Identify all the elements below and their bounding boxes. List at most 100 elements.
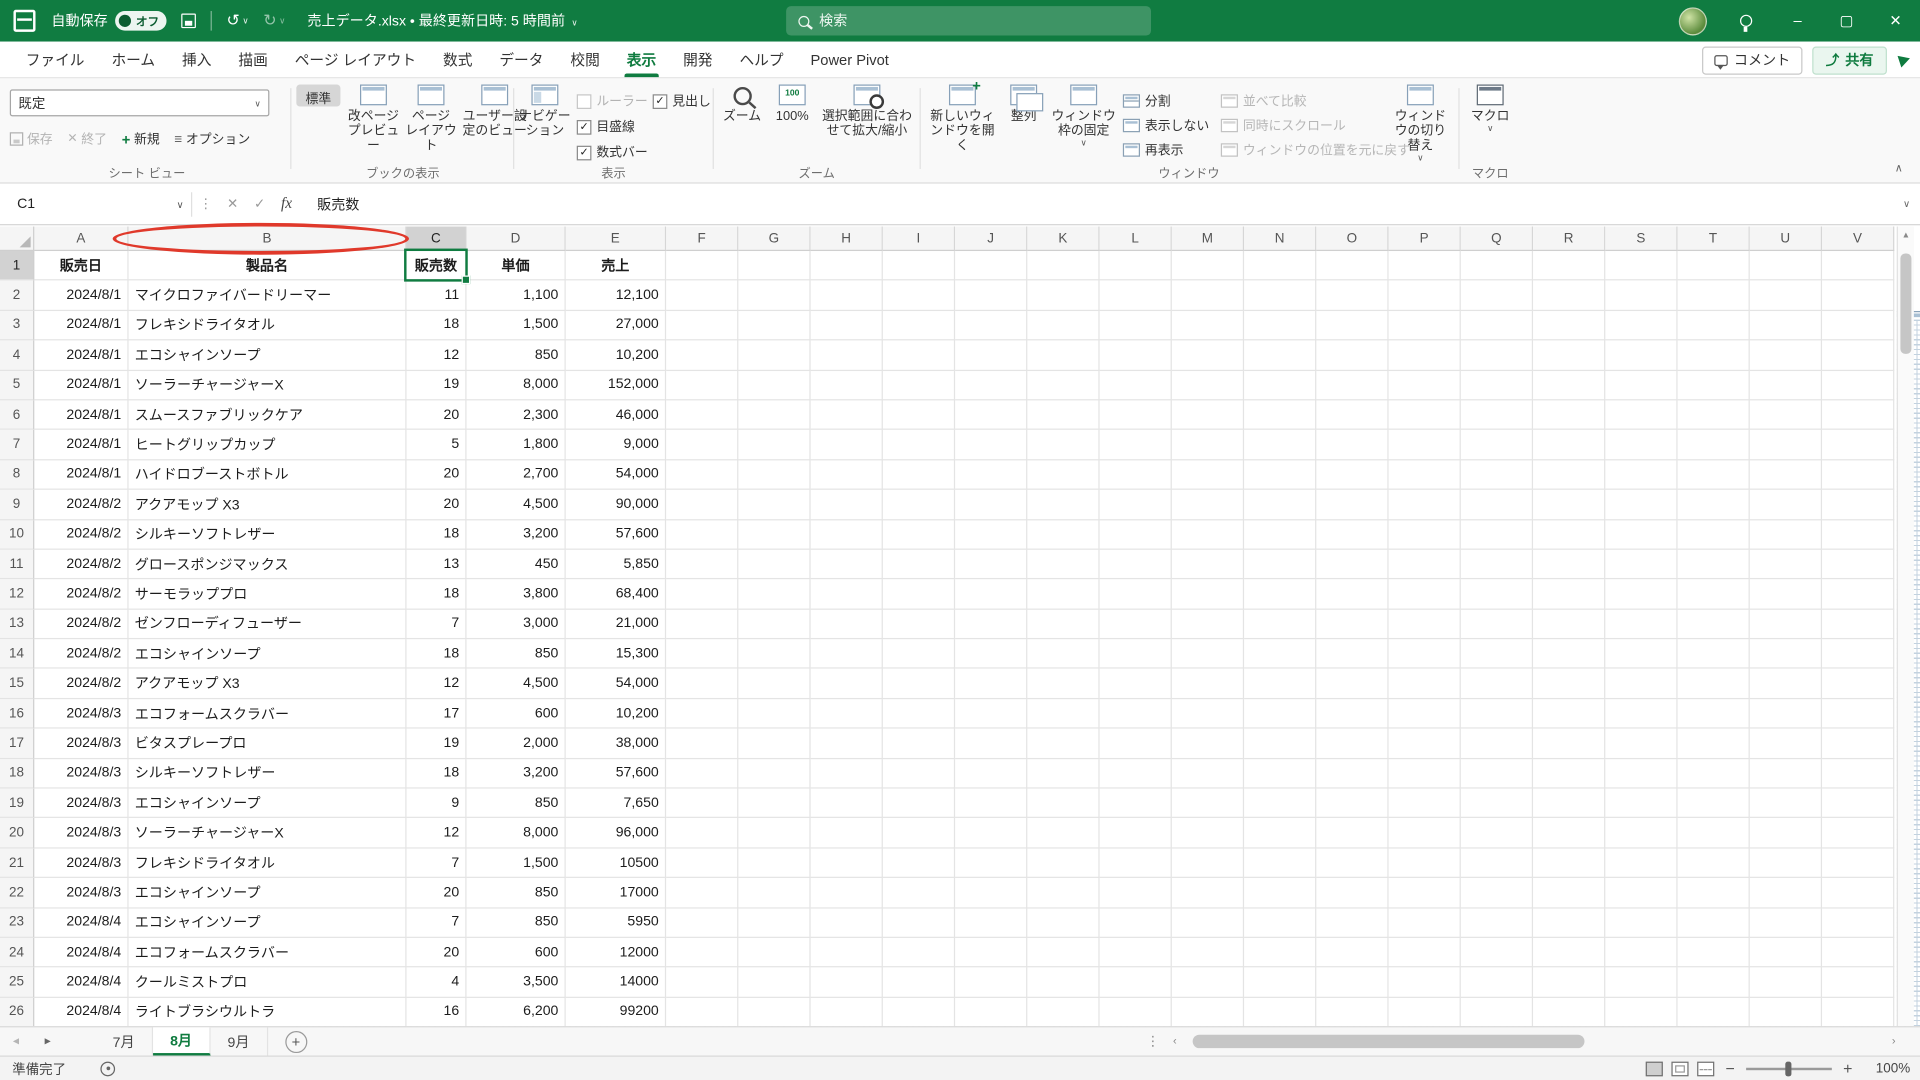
cell-A7[interactable]: 2024/8/1 xyxy=(34,430,129,461)
cell-L22[interactable] xyxy=(1099,878,1172,909)
cell-T24[interactable] xyxy=(1677,937,1750,968)
cell-B20[interactable]: ソーラーチャージャーX xyxy=(128,818,407,849)
scroll-up-arrow-icon[interactable]: ▲ xyxy=(1898,227,1914,240)
cell-B25[interactable]: クールミストプロ xyxy=(128,967,407,998)
navigation-button[interactable]: ナビゲーション xyxy=(518,84,572,138)
cell-F20[interactable] xyxy=(666,818,739,849)
cell-O19[interactable] xyxy=(1316,788,1389,819)
cell-N11[interactable] xyxy=(1244,549,1317,580)
cell-Q5[interactable] xyxy=(1460,370,1534,401)
cell-H26[interactable] xyxy=(811,997,883,1027)
cell-V20[interactable] xyxy=(1822,818,1895,849)
cell-R23[interactable] xyxy=(1533,908,1606,938)
cell-R1[interactable] xyxy=(1533,251,1606,281)
cell-K26[interactable] xyxy=(1027,997,1100,1027)
cell-D23[interactable]: 850 xyxy=(466,908,566,938)
cell-P12[interactable] xyxy=(1388,579,1461,610)
cell-T14[interactable] xyxy=(1677,639,1750,670)
cell-K14[interactable] xyxy=(1027,639,1100,670)
cell-N1[interactable] xyxy=(1244,251,1317,281)
column-header-K[interactable]: K xyxy=(1027,226,1100,252)
cell-G25[interactable] xyxy=(738,967,811,998)
split-button[interactable]: 分割 xyxy=(1122,88,1209,112)
cell-V8[interactable] xyxy=(1822,460,1895,490)
row-number-17[interactable]: 17 xyxy=(0,728,35,759)
cell-D14[interactable]: 850 xyxy=(466,639,566,670)
cell-C16[interactable]: 17 xyxy=(406,699,467,729)
cell-J25[interactable] xyxy=(955,967,1028,998)
cell-Q12[interactable] xyxy=(1460,579,1534,610)
cell-B4[interactable]: エコシャインソープ xyxy=(128,340,407,371)
sheet-tab-9月[interactable]: 9月 xyxy=(210,1027,268,1056)
cell-M10[interactable] xyxy=(1171,519,1245,550)
cell-F19[interactable] xyxy=(666,788,739,819)
cell-D24[interactable]: 600 xyxy=(466,937,566,968)
cell-P13[interactable] xyxy=(1388,609,1461,640)
cell-I17[interactable] xyxy=(882,728,956,759)
select-all-corner[interactable] xyxy=(0,226,35,252)
cell-Q14[interactable] xyxy=(1460,639,1534,670)
menu-tab-数式[interactable]: 数式 xyxy=(430,42,486,78)
cell-S11[interactable] xyxy=(1605,549,1678,580)
cell-D4[interactable]: 850 xyxy=(466,340,566,371)
cell-L5[interactable] xyxy=(1099,370,1172,401)
cell-I16[interactable] xyxy=(882,699,956,729)
menu-tab-Power Pivot[interactable]: Power Pivot xyxy=(797,42,902,78)
cell-S6[interactable] xyxy=(1605,400,1678,431)
cell-R20[interactable] xyxy=(1533,818,1606,849)
cell-K10[interactable] xyxy=(1027,519,1100,550)
cell-O6[interactable] xyxy=(1316,400,1389,431)
cell-N10[interactable] xyxy=(1244,519,1317,550)
row-number-1[interactable]: 1 xyxy=(0,251,35,281)
cell-A8[interactable]: 2024/8/1 xyxy=(34,460,129,490)
cell-O14[interactable] xyxy=(1316,639,1389,670)
save-button[interactable] xyxy=(181,13,196,29)
cell-N12[interactable] xyxy=(1244,579,1317,610)
cell-S20[interactable] xyxy=(1605,818,1678,849)
cell-D8[interactable]: 2,700 xyxy=(466,460,566,490)
cell-N13[interactable] xyxy=(1244,609,1317,640)
gridlines-checkbox[interactable]: 目盛線 xyxy=(576,118,635,136)
cell-D21[interactable]: 1,500 xyxy=(466,848,566,879)
cell-N26[interactable] xyxy=(1244,997,1317,1027)
cell-G21[interactable] xyxy=(738,848,811,879)
column-header-S[interactable]: S xyxy=(1605,226,1678,252)
cell-K22[interactable] xyxy=(1027,878,1100,909)
cell-J5[interactable] xyxy=(955,370,1028,401)
cell-A23[interactable]: 2024/8/4 xyxy=(34,908,129,938)
cell-G5[interactable] xyxy=(738,370,811,401)
cell-H14[interactable] xyxy=(810,639,883,670)
cell-R15[interactable] xyxy=(1533,669,1606,700)
scroll-right-arrow-icon[interactable]: › xyxy=(1892,1035,1896,1047)
sheet-view-new-button[interactable]: + 新規 xyxy=(122,130,160,148)
cell-S5[interactable] xyxy=(1605,370,1678,401)
cell-I23[interactable] xyxy=(882,908,956,938)
cell-C26[interactable]: 16 xyxy=(407,997,467,1027)
cell-L21[interactable] xyxy=(1099,848,1172,879)
cell-C9[interactable]: 20 xyxy=(406,489,467,520)
cell-P7[interactable] xyxy=(1388,430,1461,461)
menu-tab-ページ レイアウト[interactable]: ページ レイアウト xyxy=(281,42,429,78)
cell-Q18[interactable] xyxy=(1460,758,1534,789)
menu-tab-校閲[interactable]: 校閲 xyxy=(557,42,613,78)
cell-P15[interactable] xyxy=(1388,669,1461,700)
cell-U9[interactable] xyxy=(1749,489,1823,520)
cell-G3[interactable] xyxy=(738,310,811,341)
cell-N7[interactable] xyxy=(1244,430,1317,461)
cell-U22[interactable] xyxy=(1749,878,1823,909)
cell-F5[interactable] xyxy=(666,370,739,401)
cell-J9[interactable] xyxy=(955,489,1028,520)
cell-B11[interactable]: グロースポンジマックス xyxy=(128,549,407,580)
cell-T18[interactable] xyxy=(1677,758,1750,789)
cell-E10[interactable]: 57,600 xyxy=(565,519,667,550)
cell-I14[interactable] xyxy=(882,639,956,670)
cell-F13[interactable] xyxy=(666,609,739,640)
avatar[interactable] xyxy=(1678,6,1707,35)
cell-Q26[interactable] xyxy=(1461,997,1534,1027)
cell-J7[interactable] xyxy=(955,430,1028,461)
formula-bar-value[interactable]: 販売数 xyxy=(317,194,359,214)
cell-C2[interactable]: 11 xyxy=(406,280,467,311)
cell-J14[interactable] xyxy=(955,639,1028,670)
cell-E19[interactable]: 7,650 xyxy=(565,788,667,819)
cell-R24[interactable] xyxy=(1533,937,1606,968)
